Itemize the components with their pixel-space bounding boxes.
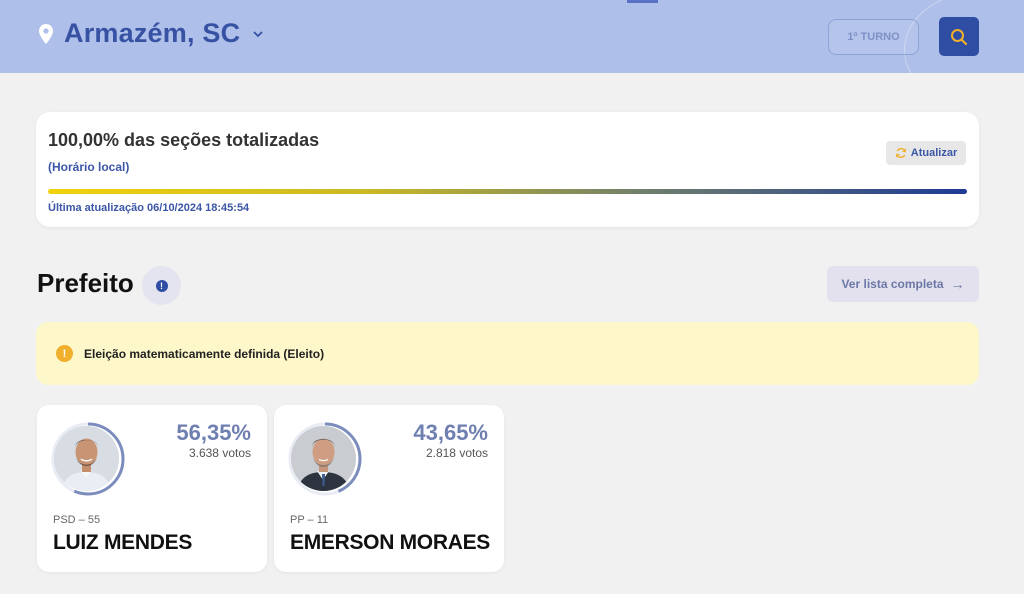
chevron-down-icon[interactable] bbox=[252, 28, 264, 40]
totalization-card: 100,00% das seções totalizadas (Horário … bbox=[36, 112, 979, 227]
totalization-progress-bar bbox=[48, 189, 967, 194]
election-status-notice: ! Eleição matematicamente definida (Elei… bbox=[36, 322, 979, 385]
tab-indicator bbox=[627, 0, 658, 3]
vote-percentage: 56,35% bbox=[176, 420, 251, 445]
vote-percentage: 43,65% bbox=[413, 420, 488, 445]
location-selector[interactable]: Armazém, SC bbox=[38, 18, 264, 49]
candidate-card[interactable]: 56,35% 3.638 votos PSD – 55 LUIZ MENDES bbox=[37, 405, 267, 572]
candidate-photo bbox=[54, 426, 119, 491]
search-icon bbox=[951, 28, 968, 45]
party-number: PSD – 55 bbox=[53, 514, 101, 526]
refresh-icon bbox=[895, 148, 906, 158]
arrow-right-icon: → bbox=[950, 276, 965, 292]
top-bar: Armazém, SC 1º TURNO bbox=[0, 0, 1024, 73]
totalization-title: 100,00% das seções totalizadas bbox=[48, 130, 320, 150]
progress-fill bbox=[48, 189, 967, 194]
candidate-name: EMERSON MORAES bbox=[290, 531, 490, 554]
refresh-label: Atualizar bbox=[910, 147, 958, 159]
candidate-card[interactable]: 43,65% 2.818 votos PP – 11 EMERSON MORAE… bbox=[274, 405, 504, 572]
full-list-button[interactable]: Ver lista completa → bbox=[827, 266, 979, 302]
candidate-name: LUIZ MENDES bbox=[53, 531, 193, 554]
info-button[interactable]: ! bbox=[142, 266, 181, 305]
round-button[interactable]: 1º TURNO bbox=[828, 19, 919, 55]
local-time-note: (Horário local) bbox=[48, 160, 130, 174]
refresh-button[interactable]: Atualizar bbox=[886, 141, 966, 165]
search-button[interactable] bbox=[939, 17, 979, 56]
location-name[interactable]: Armazém, SC bbox=[64, 18, 240, 49]
info-icon: ! bbox=[155, 279, 168, 292]
map-pin-icon bbox=[39, 23, 53, 44]
vote-count: 3.638 votos bbox=[188, 446, 251, 460]
last-update-text: Última atualização 06/10/2024 18:45:54 bbox=[48, 202, 250, 214]
warning-icon: ! bbox=[56, 345, 73, 362]
notice-text: Eleição matematicamente definida (Eleito… bbox=[84, 346, 325, 361]
vote-count: 2.818 votos bbox=[425, 446, 488, 460]
party-number: PP – 11 bbox=[290, 514, 329, 526]
candidate-photo bbox=[291, 426, 356, 491]
section-title: Prefeito bbox=[37, 268, 134, 298]
full-list-label: Ver lista completa bbox=[841, 277, 944, 291]
